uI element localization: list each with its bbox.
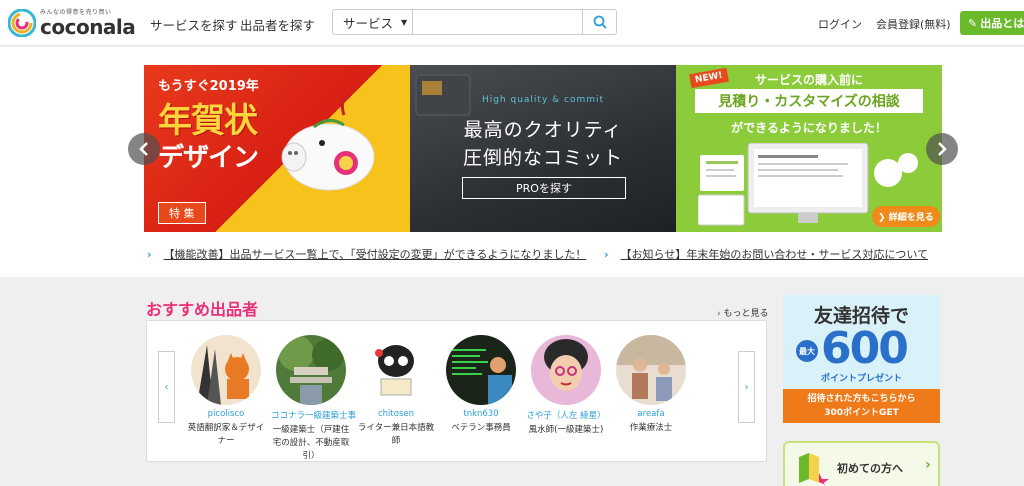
search-icon bbox=[593, 15, 607, 29]
sellers-prev-button[interactable]: ‹ bbox=[158, 351, 175, 423]
seller-name: picolisco bbox=[207, 409, 245, 419]
first-time-guide-button[interactable]: 初めての方へ › bbox=[783, 441, 940, 486]
promo-point-label: ポイントプレゼント bbox=[820, 374, 902, 384]
coconala-logo[interactable]: みんなの得意を売り買い coconala bbox=[8, 6, 136, 40]
details-button-label: 詳細を見る bbox=[888, 213, 934, 223]
logo-name: coconala bbox=[40, 14, 136, 39]
avatar bbox=[531, 335, 601, 405]
banner-estimate-line1: サービスの購入前に bbox=[754, 73, 863, 87]
recommended-sellers-title: おすすめ出品者 bbox=[146, 300, 259, 319]
nav-find-services[interactable]: サービスを探す bbox=[150, 15, 238, 34]
seller-description: ベテラン事務員 bbox=[451, 423, 511, 433]
banner-carousel: もうすぐ2019年 年賀状 デザイン 特 集 High quality & co… bbox=[144, 65, 942, 232]
avatar bbox=[361, 335, 431, 405]
seller-card[interactable]: picolisco 英語翻訳家＆デザイナー bbox=[186, 335, 266, 448]
chevron-right-icon bbox=[938, 142, 947, 156]
search-category-select[interactable]: サービス ▼ bbox=[333, 10, 413, 34]
banner-nengajo-line3: デザイン bbox=[158, 143, 259, 173]
seller-card[interactable]: さや子（人左 綾星） 風水師(一級建築士) bbox=[526, 335, 606, 437]
banner-nengajo-line2: 年賀状 bbox=[158, 101, 258, 141]
banner-pro-line2: 圧倒的なコミット bbox=[462, 147, 623, 169]
avatar bbox=[616, 335, 686, 405]
banner-pro-sub: High quality & commit bbox=[481, 95, 605, 105]
avatar bbox=[191, 335, 261, 405]
seller-name: tnkn630 bbox=[463, 409, 499, 419]
banner-estimate-line3: ができるようになりました！ bbox=[731, 121, 887, 135]
chevron-right-icon: › bbox=[925, 457, 931, 473]
promo-bar: 招待された方もこちらから 300ポイントGET bbox=[783, 389, 940, 423]
seller-name: chitosen bbox=[377, 409, 414, 419]
news-item-text: 【機能改善】出品サービス一覧上で、「受付設定の変更」ができるようになりました！ bbox=[163, 248, 587, 261]
sellers-next-button[interactable]: › bbox=[738, 351, 755, 423]
carousel-prev-button[interactable] bbox=[128, 133, 160, 165]
carousel-next-button[interactable] bbox=[926, 133, 958, 165]
search-category-label: サービス bbox=[343, 15, 394, 31]
banner-nengajo-badge: 特 集 bbox=[158, 202, 206, 224]
site-header: みんなの得意を売り買い coconala サービスを探す 出品者を探す サービス… bbox=[0, 0, 1024, 46]
chevron-right-icon: › bbox=[744, 381, 749, 393]
banner-pro[interactable]: High quality & commit 最高のクオリティ 圧倒的なコミット … bbox=[410, 65, 676, 232]
logo-mark-icon bbox=[8, 9, 36, 37]
nav-find-sellers[interactable]: 出品者を探す bbox=[240, 15, 315, 34]
beginner-mark-icon bbox=[799, 453, 829, 485]
seller-name: ココナラ一級建築士事 bbox=[271, 411, 357, 421]
search-input[interactable] bbox=[413, 10, 582, 34]
login-link[interactable]: ログイン bbox=[818, 16, 862, 32]
avatar bbox=[446, 335, 516, 405]
seller-card[interactable]: ココナラ一級建築士事 一級建築士（戸建住宅の設計、不動産取引） bbox=[271, 335, 357, 463]
more-link-label: もっと見る bbox=[723, 309, 769, 319]
recommended-sellers-box: ‹ › picolisco 英語翻訳家＆デザイナー ココナラ一級建築士事 一級建… bbox=[146, 320, 767, 462]
chevron-left-icon bbox=[139, 142, 148, 156]
news-item[interactable]: › 【機能改善】出品サービス一覧上で、「受付設定の変更」ができるようになりました！ bbox=[147, 246, 586, 262]
banner-pro-line1: 最高のクオリティ bbox=[463, 119, 623, 141]
seller-description: ライター兼日本語教師 bbox=[357, 423, 435, 446]
seller-name: areafa bbox=[637, 409, 665, 419]
search-button[interactable] bbox=[582, 10, 616, 34]
search-bar: サービス ▼ bbox=[332, 9, 617, 35]
seller-description: 作業療法士 bbox=[629, 423, 673, 433]
news-item[interactable]: › 【お知らせ】年末年始のお問い合わせ・サービス対応について bbox=[604, 246, 928, 262]
seller-name: さや子（人左 綾星） bbox=[526, 411, 606, 421]
banner-nengajo-line1: もうすぐ2019年 bbox=[158, 79, 259, 94]
avatar bbox=[276, 335, 346, 405]
find-pro-button[interactable]: PROを探す bbox=[462, 177, 626, 199]
seller-description: 一級建築士（戸建住宅の設計、不動産取引） bbox=[272, 425, 350, 461]
banner-estimate-line2: 見積り・カスタマイズの相談 bbox=[695, 89, 923, 113]
promo-bar-line1: 招待された方もこちらから bbox=[807, 394, 916, 404]
seller-card[interactable]: tnkn630 ベテラン事務員 bbox=[441, 335, 521, 435]
seller-card[interactable]: areafa 作業療法士 bbox=[611, 335, 691, 435]
chevron-right-icon: ❯ bbox=[878, 213, 889, 223]
caret-down-icon: ▼ bbox=[401, 17, 408, 27]
seller-description: 英語翻訳家＆デザイナー bbox=[187, 423, 265, 446]
sell-button-label: 出品とは？ bbox=[980, 17, 1024, 30]
promo-bar-line2: 300ポイントGET bbox=[824, 408, 899, 418]
news-item-text: 【お知らせ】年末年始のお問い合わせ・サービス対応について bbox=[620, 248, 928, 261]
banner-estimate[interactable]: NEW! サービスの購入前に 見積り・カスタマイズの相談 ができるようになりまし… bbox=[676, 65, 942, 232]
promo-max-badge: 最大 bbox=[796, 340, 818, 362]
chevron-left-icon: ‹ bbox=[164, 381, 169, 393]
chevron-right-icon: › bbox=[604, 248, 609, 261]
first-time-label: 初めての方へ bbox=[837, 462, 903, 475]
invite-promo-banner[interactable]: 友達招待で 最大 600 ポイントプレゼント 招待された方もこちらから 300ポ… bbox=[783, 295, 940, 423]
pencil-icon: ✎ bbox=[968, 16, 978, 30]
more-link[interactable]: › もっと見る bbox=[717, 306, 768, 319]
boar-figurine-illustration bbox=[281, 95, 375, 191]
banner-nengajo[interactable]: もうすぐ2019年 年賀状 デザイン 特 集 bbox=[144, 65, 410, 232]
seller-description: 風水師(一級建築士) bbox=[528, 425, 604, 435]
sell-button[interactable]: ✎ 出品とは？ bbox=[960, 11, 1024, 35]
seller-card[interactable]: chitosen ライター兼日本語教師 bbox=[356, 335, 436, 448]
details-button[interactable]: ❯ 詳細を見る bbox=[872, 206, 940, 227]
register-link[interactable]: 会員登録(無料) bbox=[876, 16, 951, 32]
chevron-right-icon: › bbox=[147, 248, 152, 261]
promo-amount: 600 bbox=[821, 323, 909, 374]
hero-section: もうすぐ2019年 年賀状 デザイン 特 集 High quality & co… bbox=[0, 47, 1024, 277]
